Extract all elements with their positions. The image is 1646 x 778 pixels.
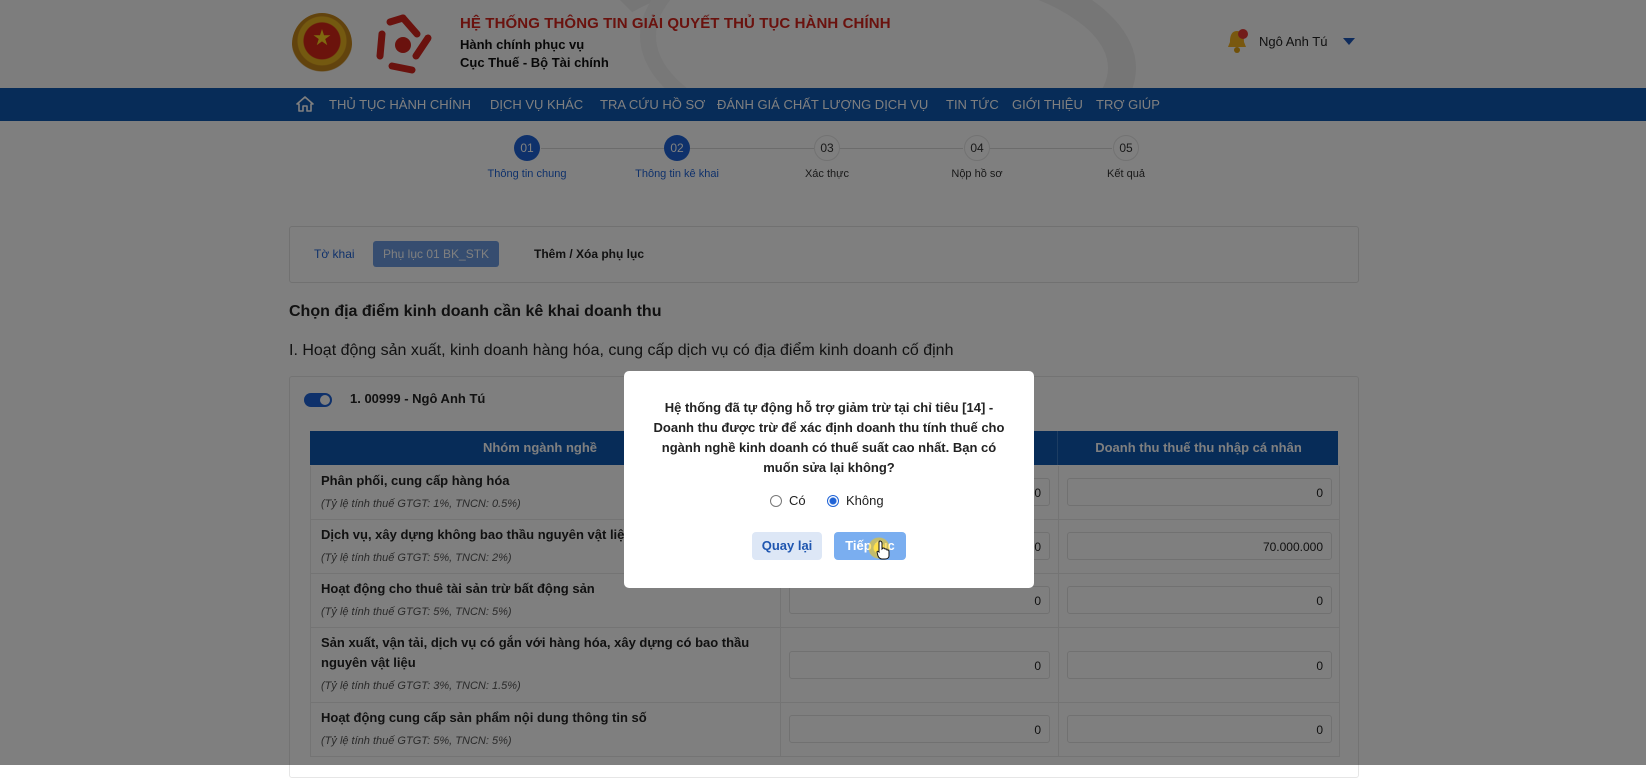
dialog-message: Hệ thống đã tự động hỗ trợ giảm trừ tại … [653,400,1005,475]
radio-label-no: Không [846,493,884,508]
confirm-dialog: Hệ thống đã tự động hỗ trợ giảm trừ tại … [624,371,1034,588]
hand-cursor-icon [876,540,890,560]
radio-button-selected[interactable] [827,495,839,507]
radio-label-yes: Có [789,493,806,508]
radio-option-no[interactable]: Không [827,493,884,508]
back-button[interactable]: Quay lại [752,532,822,560]
radio-option-yes[interactable]: Có [770,493,806,508]
radio-button[interactable] [770,495,782,507]
